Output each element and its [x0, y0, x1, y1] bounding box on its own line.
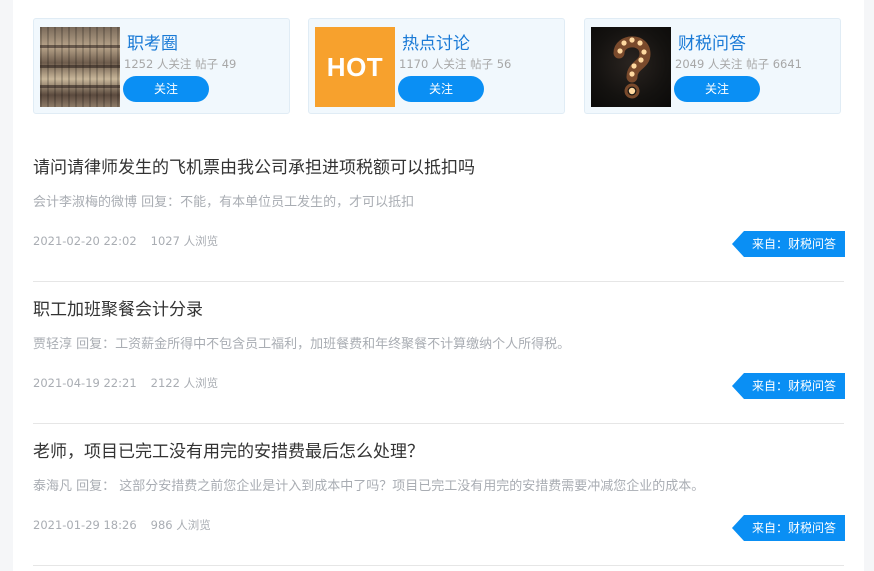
circle-card-tax[interactable]: 财税问答 2049 人关注 帖子 6641 关注	[584, 18, 841, 114]
hot-image: HOT	[315, 27, 395, 107]
circle-card-hot[interactable]: HOT 热点讨论 1170 人关注 帖子 56 关注	[308, 18, 565, 114]
question-item: 老师，项目已完工没有用完的安措费最后怎么处理？ 泰海凡 回复： 这部分安措费之前…	[33, 424, 845, 566]
question-date: 2021-04-19 22:21	[33, 376, 137, 390]
content-panel: 职考圈 1252 人关注 帖子 49 关注 HOT 热点讨论 1170 人关注 …	[13, 0, 864, 571]
circle-thumbnail[interactable]: HOT	[315, 27, 395, 107]
question-date: 2021-01-29 18:26	[33, 518, 137, 532]
question-reply: 会计李淑梅的微博 回复：不能，有本单位员工发生的，才可以抵扣	[33, 195, 415, 210]
question-meta: 2021-01-29 18:26 986 人浏览	[33, 517, 211, 533]
books-image	[40, 27, 120, 107]
question-views: 986 人浏览	[150, 518, 211, 532]
circle-stats: 1252 人关注 帖子 49	[124, 57, 237, 71]
question-title[interactable]: 职工加班聚餐会计分录	[33, 295, 203, 320]
circle-stats: 2049 人关注 帖子 6641	[675, 57, 802, 71]
source-tag[interactable]: 来自：财税问答	[731, 373, 845, 399]
follow-button[interactable]: 关注	[674, 76, 760, 102]
follow-button[interactable]: 关注	[123, 76, 209, 102]
circle-card-zhikao[interactable]: 职考圈 1252 人关注 帖子 49 关注	[33, 18, 290, 114]
source-tag[interactable]: 来自：财税问答	[731, 231, 845, 257]
follow-button[interactable]: 关注	[398, 76, 484, 102]
question-mark-image	[591, 27, 671, 107]
question-title[interactable]: 老师，项目已完工没有用完的安措费最后怎么处理？	[33, 437, 424, 462]
question-title[interactable]: 请问请律师发生的飞机票由我公司承担进项税额可以抵扣吗	[33, 153, 475, 178]
question-item: 请问请律师发生的飞机票由我公司承担进项税额可以抵扣吗 会计李淑梅的微博 回复：不…	[33, 140, 845, 282]
question-meta: 2021-04-19 22:21 2122 人浏览	[33, 375, 218, 391]
circle-thumbnail[interactable]	[591, 27, 671, 107]
circle-cards: 职考圈 1252 人关注 帖子 49 关注 HOT 热点讨论 1170 人关注 …	[33, 18, 844, 116]
question-meta: 2021-02-20 22:02 1027 人浏览	[33, 233, 218, 249]
question-reply: 贾轻淳 回复：工资薪金所得中不包含员工福利，加班餐费和年终聚餐不计算缴纳个人所得…	[33, 337, 571, 352]
circle-title[interactable]: 热点讨论	[402, 29, 470, 54]
question-date: 2021-02-20 22:02	[33, 234, 137, 248]
circle-thumbnail[interactable]	[40, 27, 120, 107]
circle-stats: 1170 人关注 帖子 56	[399, 57, 512, 71]
question-views: 2122 人浏览	[150, 376, 219, 390]
circle-title[interactable]: 职考圈	[127, 29, 178, 54]
circle-title[interactable]: 财税问答	[678, 29, 746, 54]
question-reply: 泰海凡 回复： 这部分安措费之前您企业是计入到成本中了吗？项目已完工没有用完的安…	[33, 479, 705, 494]
question-item: 职工加班聚餐会计分录 贾轻淳 回复：工资薪金所得中不包含员工福利，加班餐费和年终…	[33, 282, 845, 424]
source-tag[interactable]: 来自：财税问答	[731, 515, 845, 541]
question-views: 1027 人浏览	[150, 234, 219, 248]
question-list: 请问请律师发生的飞机票由我公司承担进项税额可以抵扣吗 会计李淑梅的微博 回复：不…	[33, 140, 845, 566]
